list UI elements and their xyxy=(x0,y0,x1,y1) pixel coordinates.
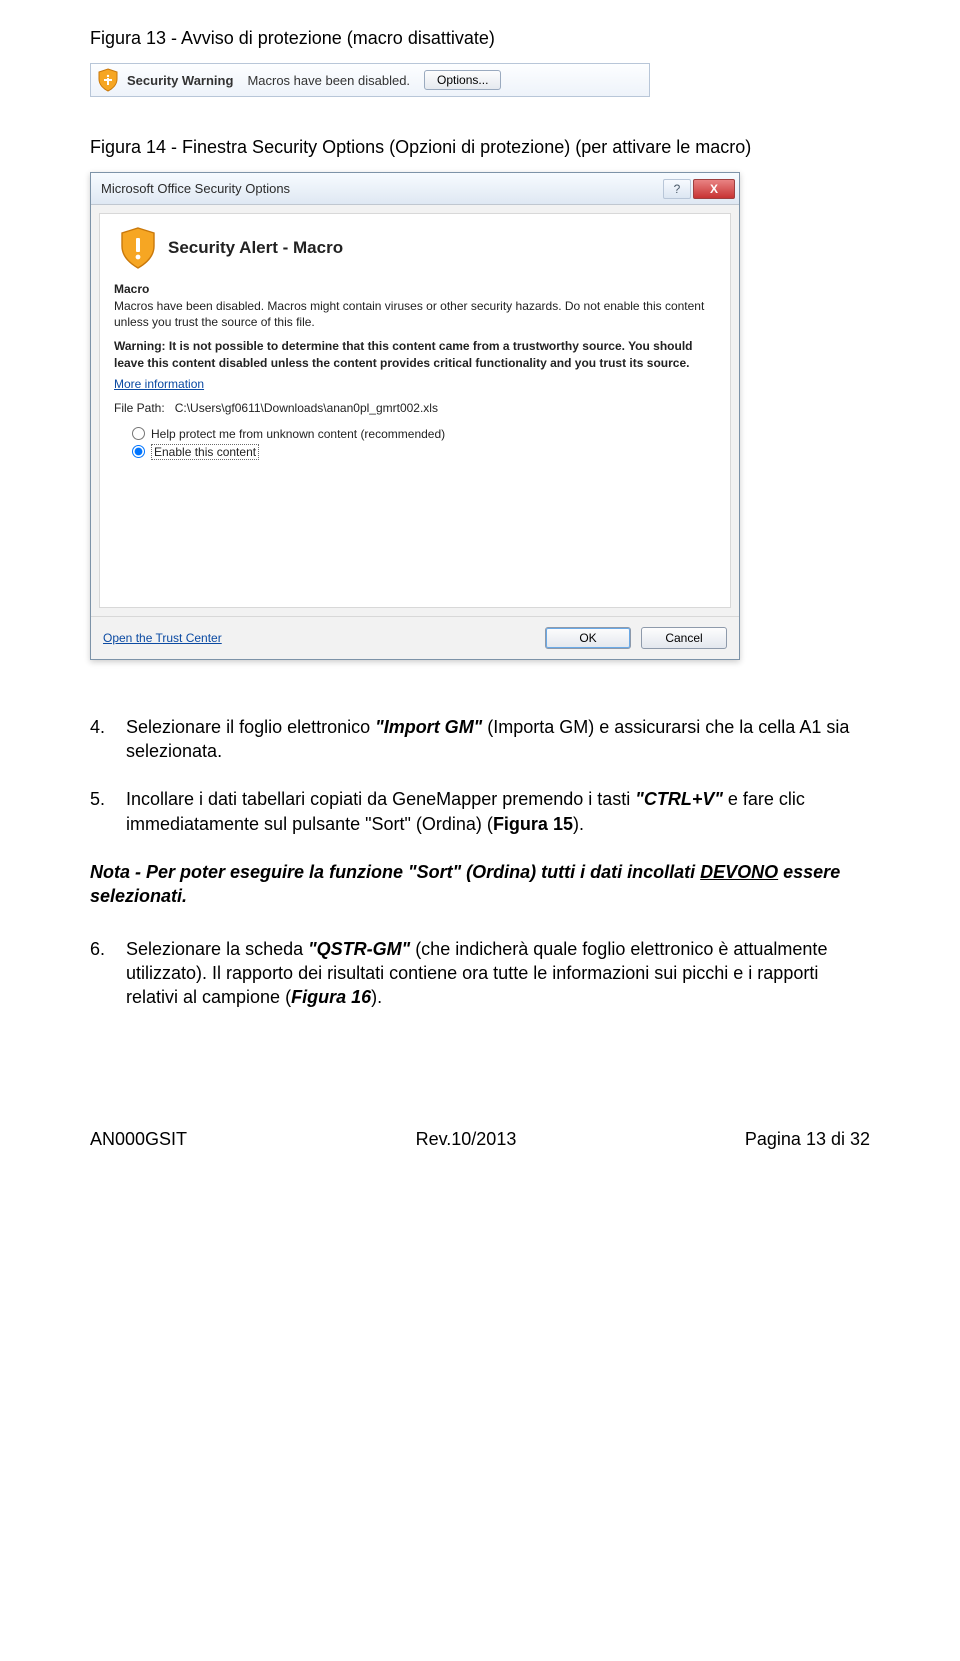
alert-title: Security Alert - Macro xyxy=(168,238,343,258)
step-4: 4. Selezionare il foglio elettronico "Im… xyxy=(90,715,870,764)
figure-14-caption: Figura 14 - Finestra Security Options (O… xyxy=(90,137,870,158)
security-warning-bar: Security Warning Macros have been disabl… xyxy=(90,63,650,97)
step-6: 6. Selezionare la scheda "QSTR-GM" (che … xyxy=(90,937,870,1010)
radio-help-protect-label: Help protect me from unknown content (re… xyxy=(151,427,445,441)
radio-enable-content-label: Enable this content xyxy=(151,444,259,460)
shield-large-icon xyxy=(118,226,158,270)
footer-revision: Rev.10/2013 xyxy=(416,1129,517,1150)
radio-help-protect-input[interactable] xyxy=(132,427,145,440)
macro-disabled-paragraph: Macros have been disabled. Macros might … xyxy=(114,298,716,330)
file-path: File Path: C:\Users\gf0611\Downloads\ana… xyxy=(114,401,716,415)
footer-page-number: Pagina 13 di 32 xyxy=(745,1129,870,1150)
cancel-button[interactable]: Cancel xyxy=(641,627,727,649)
footer-doc-id: AN000GSIT xyxy=(90,1129,187,1150)
close-icon[interactable]: X xyxy=(693,179,735,199)
security-warning-label: Security Warning xyxy=(127,73,233,88)
security-options-dialog: Microsoft Office Security Options ? X Se… xyxy=(90,172,740,660)
help-icon[interactable]: ? xyxy=(663,179,691,199)
figure-13-caption: Figura 13 - Avviso di protezione (macro … xyxy=(90,28,870,49)
options-button[interactable]: Options... xyxy=(424,70,501,90)
radio-help-protect[interactable]: Help protect me from unknown content (re… xyxy=(132,427,716,441)
shield-icon xyxy=(97,68,119,92)
ok-button[interactable]: OK xyxy=(545,627,631,649)
dialog-titlebar: Microsoft Office Security Options ? X xyxy=(91,173,739,205)
page-footer: AN000GSIT Rev.10/2013 Pagina 13 di 32 xyxy=(90,1129,870,1150)
radio-enable-content-input[interactable] xyxy=(132,445,145,458)
macro-section-label: Macro xyxy=(114,282,716,296)
note-paragraph: Nota - Per poter eseguire la funzione "S… xyxy=(90,860,870,909)
radio-enable-content[interactable]: Enable this content xyxy=(132,444,716,460)
dialog-title: Microsoft Office Security Options xyxy=(101,181,290,196)
open-trust-center-link[interactable]: Open the Trust Center xyxy=(103,631,222,645)
more-information-link[interactable]: More information xyxy=(114,377,204,391)
step-5: 5. Incollare i dati tabellari copiati da… xyxy=(90,787,870,836)
macro-warning-paragraph: Warning: It is not possible to determine… xyxy=(114,338,716,370)
security-warning-message: Macros have been disabled. xyxy=(247,73,410,88)
